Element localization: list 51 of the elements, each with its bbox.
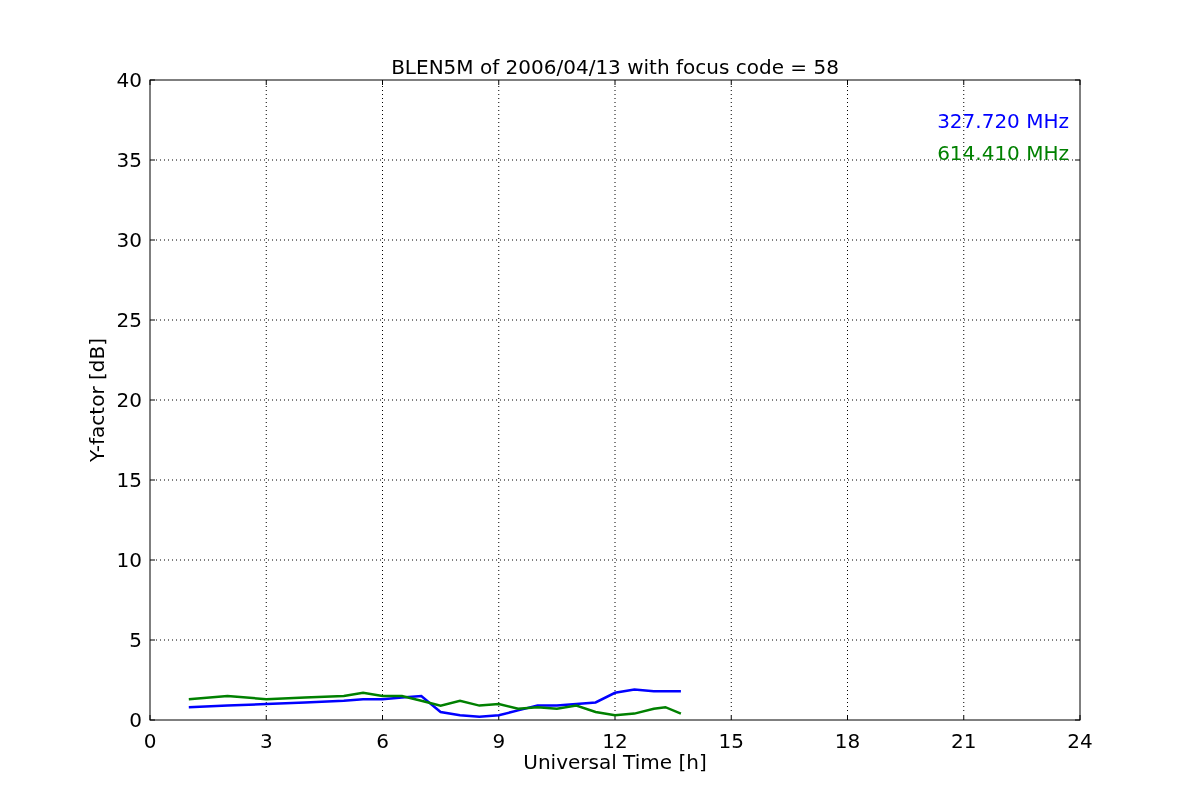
x-tick-label: 6	[376, 729, 389, 753]
chart-title: BLEN5M of 2006/04/13 with focus code = 58	[391, 55, 839, 79]
tick-mark	[149, 399, 156, 401]
y-tick-label: 10	[116, 548, 142, 572]
tick-mark	[149, 559, 156, 561]
legend-label: 614.410 MHz	[937, 141, 1069, 165]
tick-mark	[149, 159, 156, 161]
tick-mark	[1074, 239, 1081, 241]
tick-mark	[614, 79, 616, 86]
tick-mark	[1074, 559, 1081, 561]
tick-mark	[498, 79, 500, 86]
tick-mark	[730, 714, 732, 721]
y-tick-label: 25	[116, 308, 142, 332]
tick-mark	[265, 714, 267, 721]
tick-mark	[1074, 479, 1081, 481]
tick-mark	[498, 714, 500, 721]
y-tick-label: 40	[116, 68, 142, 92]
tick-mark	[730, 79, 732, 86]
tick-mark	[149, 639, 156, 641]
tick-mark	[382, 714, 383, 721]
x-tick-label: 9	[492, 729, 506, 753]
x-tick-label: 3	[259, 729, 273, 753]
x-tick-label: 15	[718, 729, 744, 753]
tick-mark	[1074, 399, 1081, 401]
tick-mark	[1074, 319, 1081, 321]
x-axis-label: Universal Time [h]	[523, 750, 707, 774]
y-tick-label: 5	[129, 628, 142, 652]
x-tick-label: 0	[143, 729, 157, 753]
x-tick-label: 12	[602, 729, 628, 753]
tick-mark	[847, 714, 848, 721]
x-tick-label: 21	[951, 729, 977, 753]
tick-mark	[149, 239, 156, 241]
legend-label: 327.720 MHz	[937, 109, 1069, 133]
tick-mark	[1074, 639, 1081, 641]
tick-mark	[1074, 159, 1081, 161]
y-tick-label: 35	[116, 148, 142, 172]
y-tick-label: 20	[116, 388, 142, 412]
tick-mark	[149, 319, 156, 321]
x-tick-label: 18	[834, 729, 861, 753]
x-tick-label: 24	[1067, 729, 1093, 753]
tick-mark	[847, 79, 848, 86]
y-tick-label: 30	[116, 228, 142, 252]
tick-mark	[963, 79, 965, 86]
y-axis-label: Y-factor [dB]	[85, 338, 109, 462]
tick-mark	[963, 714, 965, 721]
tick-mark	[614, 714, 616, 721]
tick-mark	[149, 479, 156, 481]
tick-mark	[382, 79, 383, 86]
y-tick-label: 15	[116, 468, 142, 492]
y-tick-label: 0	[129, 708, 142, 732]
tick-mark	[265, 79, 267, 86]
